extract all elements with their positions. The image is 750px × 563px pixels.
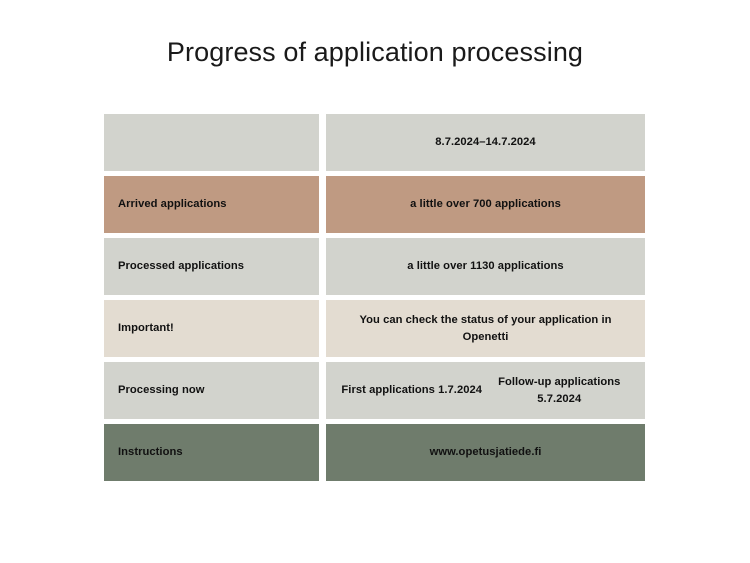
arrived-applications-text: a little over 700 applications xyxy=(410,198,561,211)
progress-table: 8.7.2024–14.7.2024 Arrived applications … xyxy=(104,114,645,486)
row-value-processed-applications: a little over 1130 applications xyxy=(326,238,645,295)
row-value-instructions[interactable]: www.opetusjatiede.fi xyxy=(326,424,645,481)
table-row: Instructions www.opetusjatiede.fi xyxy=(104,424,645,481)
processing-now-line-1: First applications 1.7.2024 xyxy=(341,384,483,397)
row-value-processing-now: First applications 1.7.2024 Follow-up ap… xyxy=(326,362,645,419)
instructions-url-text[interactable]: www.opetusjatiede.fi xyxy=(338,444,633,460)
table-row: Arrived applications a little over 700 a… xyxy=(104,176,645,233)
row-value-date-range: 8.7.2024–14.7.2024 xyxy=(326,114,645,171)
processed-applications-text: a little over 1130 applications xyxy=(407,260,564,273)
row-value-important: You can check the status of your applica… xyxy=(326,300,645,357)
row-label-processing-now: Processing now xyxy=(104,362,319,419)
row-label-processed-applications: Processed applications xyxy=(104,238,319,295)
row-label-date-range xyxy=(104,114,319,171)
row-label-arrived-applications: Arrived applications xyxy=(104,176,319,233)
page-title: Progress of application processing xyxy=(166,37,584,67)
row-value-arrived-applications: a little over 700 applications xyxy=(326,176,645,233)
table-row: Processed applications a little over 113… xyxy=(104,238,645,295)
table-row: Important! You can check the status of y… xyxy=(104,300,645,357)
table-row: Processing now First applications 1.7.20… xyxy=(104,362,645,419)
date-range-text: 8.7.2024–14.7.2024 xyxy=(435,136,536,149)
infographic-slide: Progress of application processing 8.7.2… xyxy=(0,0,750,563)
table-row: 8.7.2024–14.7.2024 xyxy=(104,114,645,171)
row-label-important: Important! xyxy=(104,300,319,357)
processing-now-line-2: Follow-up applications 5.7.2024 xyxy=(498,376,621,405)
row-label-instructions: Instructions xyxy=(104,424,319,481)
important-notice-text: You can check the status of your applica… xyxy=(359,314,612,343)
